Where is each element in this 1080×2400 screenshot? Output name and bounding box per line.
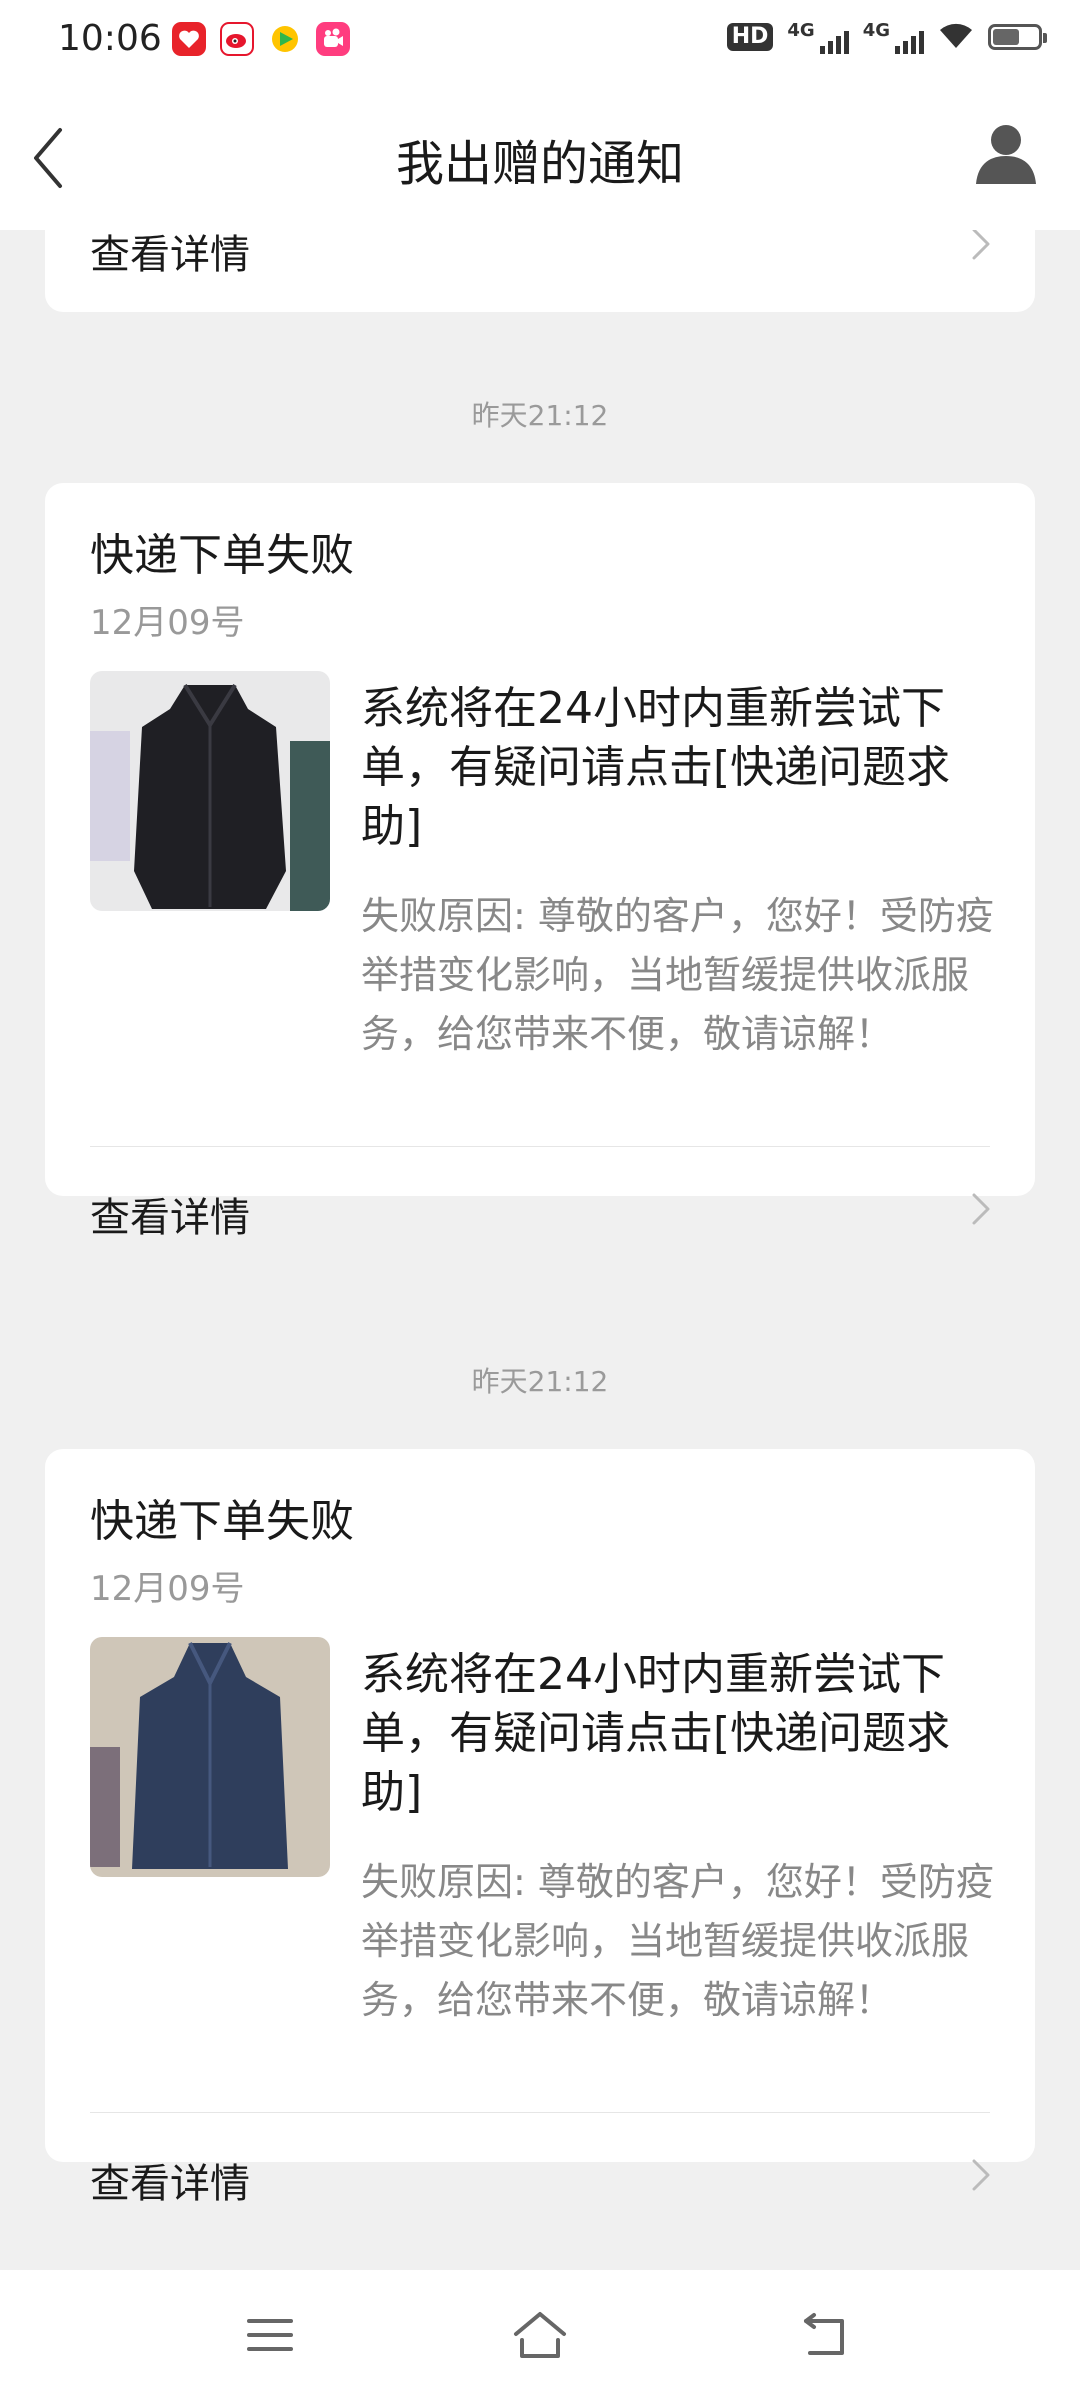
notification-date: 12月09号 [90, 1569, 245, 1609]
chevron-right-icon [969, 2155, 993, 2195]
user-avatar-icon[interactable] [970, 116, 1042, 188]
page-title: 我出赠的通知 [395, 136, 684, 192]
view-details-label: 查看详情 [90, 2161, 250, 2207]
view-details-row[interactable]: 查看详情 [45, 230, 1035, 310]
hd-icon: HD [726, 23, 774, 51]
notification-card: 查看详情 [45, 230, 1035, 312]
app-header: 我出赠的通知 [0, 84, 1080, 230]
system-status: HD 4G 4G [726, 20, 1047, 54]
tencent-video-icon [268, 22, 302, 56]
notification-time: 昨天21:12 [471, 1365, 609, 1398]
menu-icon[interactable] [230, 2300, 310, 2370]
view-details-label: 查看详情 [90, 232, 250, 278]
status-bar: 10:06 HD 4G 4G [0, 0, 1080, 84]
product-thumbnail[interactable] [90, 671, 330, 911]
notification-title: 快递下单失败 [90, 530, 354, 581]
notification-icons [172, 22, 350, 56]
wifi-icon [938, 20, 974, 54]
weibo-icon [220, 22, 254, 56]
chevron-right-icon [969, 230, 993, 264]
notification-time: 昨天21:12 [471, 399, 609, 432]
notification-message[interactable]: 系统将在24小时内重新尝试下单，有疑问请点击[快递问题求助] [361, 679, 1001, 856]
battery-icon [988, 24, 1047, 50]
notification-card: 快递下单失败 12月09号 系统将在24小时内重新尝试下单，有疑问请点击[快递问… [45, 1449, 1035, 2207]
divider [90, 2112, 990, 2113]
signal-icon-2: 4G [863, 20, 924, 54]
notification-list[interactable]: 查看详情 昨天21:12 快递下单失败 12月09号 系统将在24小时内重新尝试… [0, 230, 1080, 2270]
notification-card: 快递下单失败 12月09号 系统将在24小时内重新尝试下单，有疑问请点击[快递问… [45, 483, 1035, 1241]
product-thumbnail[interactable] [90, 1637, 330, 1877]
chevron-right-icon [969, 1189, 993, 1229]
failure-reason: 失败原因: 尊敬的客户，您好！受防疫举措变化影响，当地暂缓提供收派服务，给您带来… [361, 894, 994, 1056]
divider [90, 1146, 990, 1147]
status-time: 10:06 [58, 18, 162, 59]
failure-reason: 失败原因: 尊敬的客户，您好！受防疫举措变化影响，当地暂缓提供收派服务，给您带来… [361, 1860, 994, 2022]
notification-title: 快递下单失败 [90, 1496, 354, 1547]
system-nav-bar [0, 2270, 1080, 2400]
notification-message[interactable]: 系统将在24小时内重新尝试下单，有疑问请点击[快递问题求助] [361, 1645, 1001, 1822]
notification-date: 12月09号 [90, 603, 245, 643]
view-details-label: 查看详情 [90, 1195, 250, 1241]
kuaishou-icon [316, 22, 350, 56]
pinduoduo-icon [172, 22, 206, 56]
signal-icon-1: 4G [787, 20, 849, 54]
back-nav-icon[interactable] [785, 2300, 865, 2370]
home-icon[interactable] [500, 2300, 580, 2370]
